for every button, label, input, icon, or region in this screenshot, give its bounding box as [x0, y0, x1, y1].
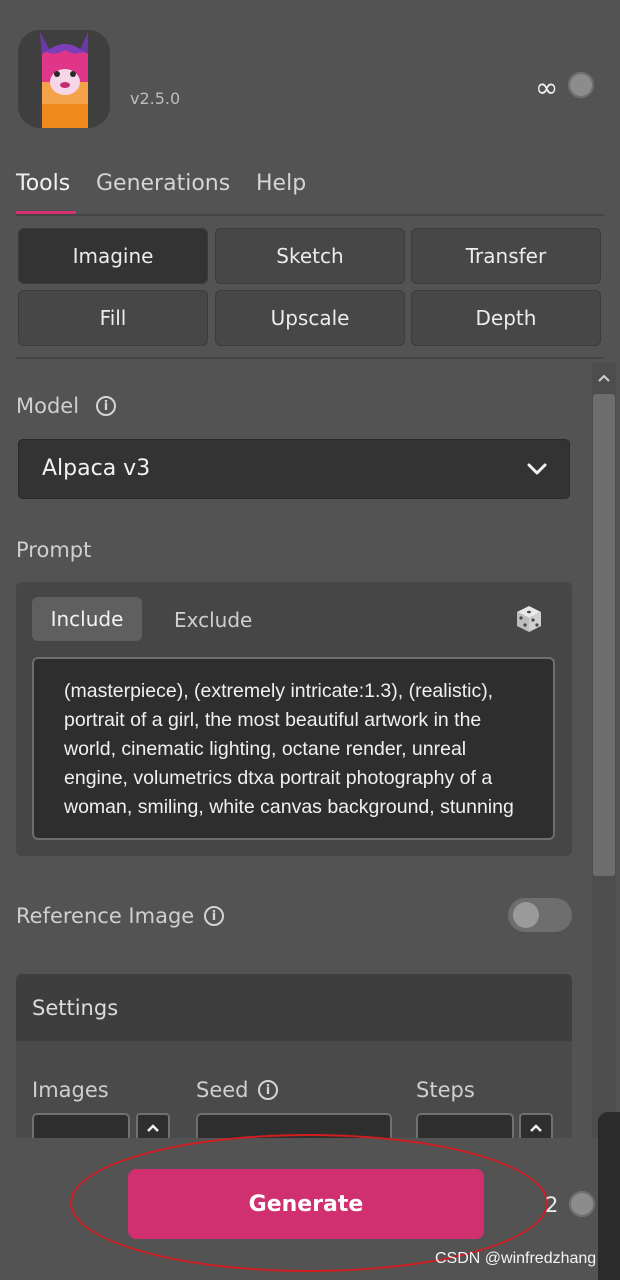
active-tab-indicator — [16, 211, 76, 214]
reference-image-toggle[interactable] — [508, 898, 572, 932]
model-select-value: Alpaca v3 — [42, 456, 151, 481]
prompt-label: Prompt — [16, 538, 92, 562]
model-info-icon[interactable]: i — [96, 396, 116, 416]
fill-button[interactable]: Fill — [18, 290, 208, 346]
seed-info-icon[interactable]: i — [258, 1080, 278, 1100]
watermark: CSDN @winfredzhang — [435, 1250, 597, 1267]
version-label: v2.5.0 — [130, 89, 181, 108]
dice-icon[interactable] — [514, 604, 544, 634]
alpaca-logo-icon — [18, 30, 110, 128]
tab-generations[interactable]: Generations — [96, 171, 230, 196]
model-label: Model — [16, 394, 80, 418]
include-tab[interactable]: Include — [32, 597, 142, 641]
reference-image-info-icon[interactable]: i — [204, 906, 224, 926]
depth-button[interactable]: Depth — [411, 290, 601, 346]
steps-input[interactable] — [416, 1113, 514, 1138]
seed-input[interactable] — [196, 1113, 392, 1138]
settings-header[interactable]: Settings — [16, 974, 572, 1041]
images-input[interactable] — [32, 1113, 130, 1138]
upscale-button[interactable]: Upscale — [215, 290, 405, 346]
tools-divider — [16, 357, 604, 359]
generate-button[interactable]: Generate — [128, 1169, 484, 1239]
prompt-textarea[interactable]: (masterpiece), (extremely intricate:1.3)… — [32, 657, 555, 840]
model-select[interactable]: Alpaca v3 — [18, 439, 570, 499]
tab-tools[interactable]: Tools — [16, 171, 70, 196]
toggle-knob — [513, 902, 539, 928]
prompt-panel: Include Exclude (masterpiece), (extremel… — [16, 582, 572, 856]
infinity-icon[interactable]: ∞ — [535, 72, 558, 104]
steps-label: Steps — [416, 1078, 475, 1102]
status-indicator-icon[interactable] — [569, 1191, 595, 1217]
generation-count: 2 — [545, 1193, 559, 1217]
exclude-tab[interactable]: Exclude — [174, 608, 252, 632]
tab-help[interactable]: Help — [256, 171, 306, 196]
settings-title: Settings — [32, 996, 119, 1020]
sketch-button[interactable]: Sketch — [215, 228, 405, 284]
tabs-divider — [16, 214, 604, 216]
imagine-button[interactable]: Imagine — [18, 228, 208, 284]
steps-increment-icon[interactable] — [519, 1113, 553, 1138]
settings-panel: Settings Images Seed i Steps — [16, 974, 572, 1138]
scroll-up-icon[interactable] — [592, 362, 616, 394]
chevron-down-icon — [526, 461, 548, 481]
scrollbar-thumb[interactable] — [593, 394, 615, 876]
images-increment-icon[interactable] — [136, 1113, 170, 1138]
prompt-text: (masterpiece), (extremely intricate:1.3)… — [64, 680, 514, 818]
status-indicator-icon[interactable] — [568, 72, 594, 98]
images-label: Images — [32, 1078, 109, 1102]
side-panel-edge — [598, 1112, 620, 1280]
seed-label: Seed — [196, 1078, 249, 1102]
transfer-button[interactable]: Transfer — [411, 228, 601, 284]
reference-image-label: Reference Image — [16, 904, 195, 928]
